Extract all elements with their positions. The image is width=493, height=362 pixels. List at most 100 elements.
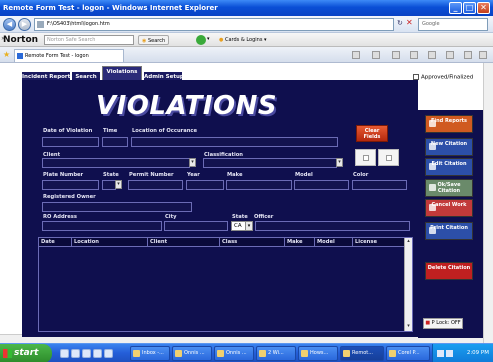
edit-citation-button[interactable]: Edit Citation [425,158,473,176]
classification-select[interactable] [203,158,337,168]
save-icon [429,184,436,191]
taskbar: start Inbox -... Onnis ... Onnis ... 2 W… [0,343,493,362]
grid-col-client[interactable]: Client [147,238,219,247]
search-input[interactable]: Google [418,18,488,31]
quicklaunch-app-icon[interactable] [93,349,102,358]
delete-citation-button[interactable]: Delete Citation [425,262,473,280]
cancel-work-button[interactable]: Cancel Work [425,199,473,217]
tray-volume-icon[interactable] [446,350,453,357]
date-field[interactable] [42,137,99,147]
quicklaunch-app2-icon[interactable] [104,349,113,358]
tab-favicon-icon [17,53,23,59]
clear-fields-button[interactable]: Clear Fields [356,125,388,142]
quicklaunch-outlook-icon[interactable] [82,349,91,358]
grid-scrollbar[interactable]: ▴ ▾ [404,238,412,331]
refresh-icon[interactable]: ↻ [397,19,403,27]
city-field[interactable] [164,221,228,231]
close-button[interactable]: ✕ [477,2,490,14]
p-lock-label: P Lock: OFF [431,320,461,326]
taskbar-item-windows[interactable]: 2 Wi... [256,346,296,361]
plate-field[interactable] [42,180,99,190]
feeds-icon[interactable] [372,51,380,59]
safety-menu-icon[interactable] [428,51,436,59]
norton-search-input[interactable]: Norton Safe Search [44,35,134,45]
find-reports-button[interactable]: Find Reports [425,115,473,133]
tray-network-icon[interactable] [437,350,444,357]
taskbar-item-remote[interactable]: Remot... [340,346,384,361]
plate-state-select[interactable] [102,180,116,190]
print-citation-button[interactable]: Print Citation [425,222,473,240]
taskbar-item-inbox[interactable]: Inbox -... [130,346,170,361]
permit-label: Permit Number [129,172,174,178]
dropdown-icon[interactable]: ▾ [207,36,210,42]
back-icon[interactable]: ◀ [3,18,16,31]
p-lock-button[interactable]: ■ P Lock: OFF [423,318,463,329]
client-dropdown-icon[interactable]: ▾ [189,158,196,167]
print-icon[interactable] [392,51,400,59]
grid-col-model[interactable]: Model [314,238,352,247]
color-label: Color [353,172,369,178]
client-select[interactable] [42,158,190,168]
new-citation-button[interactable]: New Citation [425,138,473,156]
ok-save-citation-button[interactable]: Ok/Save Citation [425,179,473,197]
safe-web-icon[interactable] [196,35,206,45]
location-field[interactable] [131,137,338,147]
norton-search-button[interactable]: ◉ Search [138,35,170,45]
favorites-star-icon[interactable]: ★ [3,50,10,59]
scroll-down-icon[interactable]: ▾ [405,323,412,330]
quicklaunch-desktop-icon[interactable] [60,349,69,358]
grid-col-location[interactable]: Location [71,238,147,247]
grid-col-license[interactable]: License [352,238,404,247]
chevron-down-icon[interactable]: ▾ [245,222,252,230]
registered-owner-field[interactable] [42,202,192,212]
page-vertical-scrollbar[interactable] [483,63,493,343]
approved-finalized-checkbox[interactable]: Approved/Finalized [413,74,473,81]
research-icon[interactable] [479,51,487,59]
time-field[interactable] [102,137,128,147]
state2-label: State [232,214,248,220]
help-icon[interactable] [464,51,472,59]
folder-icon [259,350,266,357]
state-label: State [103,172,119,178]
violations-grid[interactable]: Date Location Client Class Make Model Li… [38,237,413,332]
make-field[interactable] [226,180,292,190]
officer-field[interactable] [255,221,410,231]
year-label: Year [187,172,200,178]
taskbar-item-hows[interactable]: Hows... [298,346,338,361]
grid-col-make[interactable]: Make [284,238,314,247]
year-field[interactable] [186,180,224,190]
ro-state-select[interactable]: CA ▾ [231,221,253,231]
permit-field[interactable] [128,180,183,190]
maximize-button[interactable]: □ [463,2,476,14]
plate-state-dropdown-icon[interactable]: ▾ [115,180,122,189]
officer-label: Officer [254,214,274,220]
taskbar-item-onnis-1[interactable]: Onnis ... [172,346,212,361]
taskbar-item-label: Onnis ... [184,350,205,356]
cards-logins-button[interactable]: ● Cards & Logins ▾ [216,35,270,45]
window-title-bar[interactable]: Remote Form Test - logon - Windows Inter… [0,0,493,16]
grid-col-class[interactable]: Class [219,238,284,247]
home-icon[interactable] [352,51,360,59]
scroll-up-icon[interactable]: ▴ [405,238,412,245]
taskbar-item-corel[interactable]: Corel P... [386,346,430,361]
taskbar-item-onnis-2[interactable]: Onnis ... [214,346,254,361]
option-button-2[interactable] [378,149,399,166]
page-menu-icon[interactable] [410,51,418,59]
quicklaunch-ie-icon[interactable] [71,349,80,358]
classification-dropdown-icon[interactable]: ▾ [336,158,343,167]
ro-state-value: CA [234,223,242,229]
stop-icon[interactable]: ✕ [406,18,413,27]
start-button[interactable]: start [0,344,52,362]
url-input[interactable]: F:\OS403\html\logon.htm [34,18,394,31]
option-button-1[interactable] [355,149,376,166]
tools-menu-icon[interactable] [446,51,454,59]
forward-icon[interactable]: ▶ [18,18,31,31]
model-field[interactable] [294,180,349,190]
grid-col-date[interactable]: Date [39,238,71,247]
window-title: Remote Form Test - logon - Windows Inter… [3,4,218,12]
minimize-button[interactable]: _ [449,2,462,14]
taskbar-item-label: 2 Wi... [268,350,284,356]
browser-tab[interactable]: Remote Form Test - logon [14,49,124,62]
color-field[interactable] [352,180,407,190]
ro-address-field[interactable] [42,221,162,231]
